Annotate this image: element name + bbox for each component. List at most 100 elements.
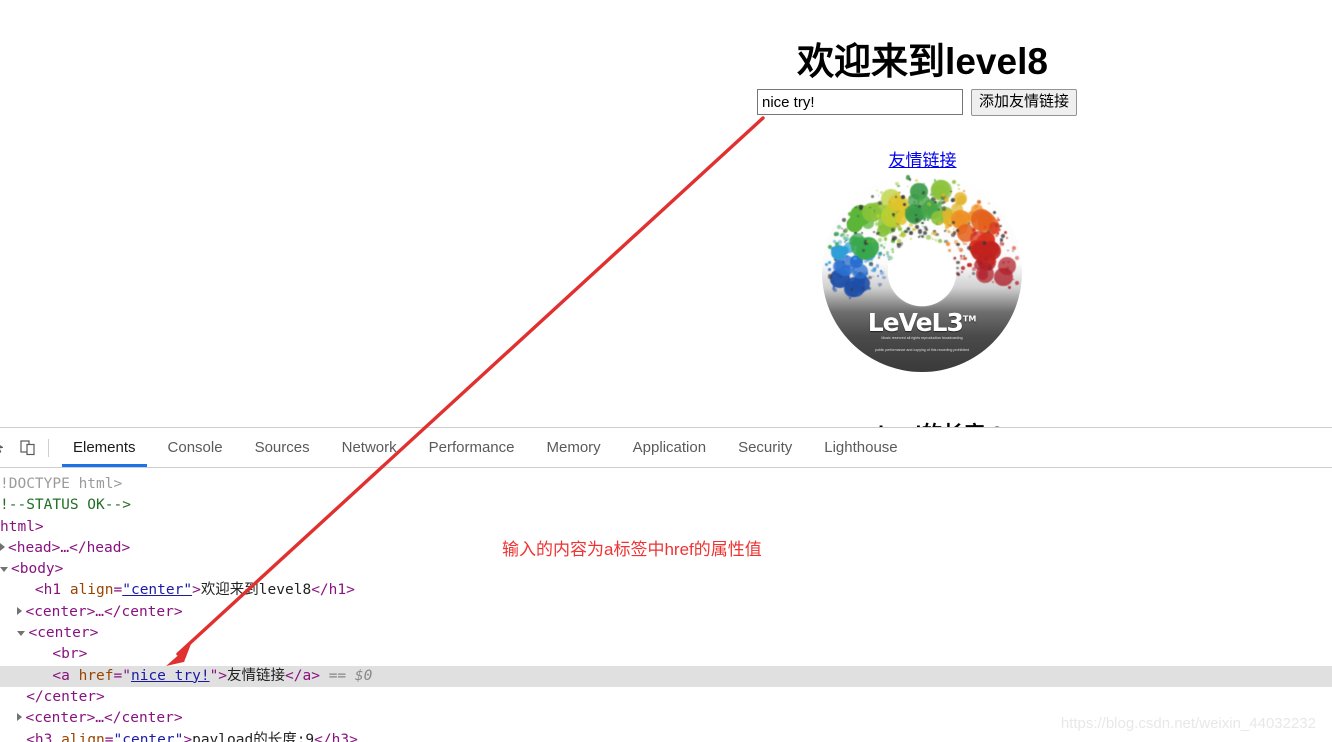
splatter-speck [884,243,886,245]
chevron-right-icon[interactable] [17,606,23,615]
splatter-speck [963,256,967,261]
tab-security[interactable]: Security [722,428,808,467]
add-link-button[interactable]: 添加友情链接 [971,89,1078,116]
splatter-speck [953,187,955,189]
splatter-speck [855,206,858,209]
tab-sources[interactable]: Sources [239,428,326,467]
inspect-element-glyph [0,444,3,453]
splatter-speck [997,228,1001,232]
splatter-speck [860,262,863,266]
splatter-speck [878,200,883,205]
tab-console[interactable]: Console [152,428,239,467]
splatter-speck [898,216,902,219]
watermark: https://blog.csdn.net/weixin_44032232 [1060,715,1316,732]
tab-network[interactable]: Network [326,428,413,467]
splatter-blob [977,268,989,280]
splatter-speck [874,221,879,226]
splatter-speck [1003,230,1007,234]
dom-tree[interactable]: !DOCTYPE html> !--STATUS OK--> html> <he… [0,468,1332,742]
br-tag-text: <br> [52,646,88,663]
device-toolbar-glyph [20,439,35,455]
splatter-speck [952,220,956,224]
head-tag-text: <head>…</head> [8,539,131,556]
splatter-speck [877,256,881,259]
splatter-speck [863,276,865,278]
splatter-speck [867,275,872,280]
payload-length-heading: payload的长度:9 [0,418,1332,427]
friend-link[interactable]: 友情链接 [0,146,1332,171]
splatter-speck [937,221,941,226]
splatter-blob [831,244,847,260]
splatter-speck [947,211,951,215]
tab-performance[interactable]: Performance [413,428,531,467]
splatter-speck [941,193,945,197]
splatter-speck [933,238,935,240]
splatter-speck [913,189,918,194]
splatter-speck [942,206,947,211]
code-line-body[interactable]: <body> [0,559,1332,580]
code-line-anchor-selected[interactable]: <a href="nice try!">友情链接</a> == $0 [0,665,1332,687]
splatter-speck [1012,279,1014,281]
center-2-close-text: </center> [26,688,105,705]
splatter-speck [953,228,955,231]
splatter-speck [897,184,901,188]
code-line-center-2-close[interactable]: </center> [0,687,1332,708]
disc-center-hole [896,246,948,298]
tab-lighthouse[interactable]: Lighthouse [808,428,913,467]
splatter-speck [879,232,882,236]
splatter-blob [977,210,992,225]
splatter-speck [872,267,877,272]
splatter-speck [1011,249,1014,253]
splatter-speck [986,219,990,223]
h3-attr-eq: = [104,731,114,742]
tab-memory[interactable]: Memory [531,428,617,467]
page-title: 欢迎来到level8 [797,40,1048,82]
splatter-speck [896,238,901,243]
splatter-speck [876,264,880,268]
splatter-speck [947,230,950,233]
inspect-element-icon[interactable] [0,434,14,462]
splatter-speck [876,275,879,278]
splatter-speck [825,263,829,267]
splatter-speck [842,280,847,285]
code-line-br[interactable]: <br> [0,644,1332,665]
splatter-speck [973,232,977,236]
splatter-speck [926,201,931,206]
splatter-speck [984,225,987,228]
splatter-speck [948,223,953,228]
h3-tag-open: <h3 [26,731,62,742]
h3-attr-value: "center" [113,731,184,742]
h1-attr-eq: = [113,582,123,599]
devtools-panel: Elements Console Sources Network Perform… [0,427,1332,742]
code-line-h1[interactable]: <h1 align="center">欢迎来到level8</h1> [0,580,1332,601]
chevron-down-icon[interactable] [0,567,8,573]
code-line-center-2-open[interactable]: <center> [0,623,1332,644]
splatter-speck [934,200,937,203]
chevron-right-icon[interactable] [0,542,5,551]
splatter-speck [882,253,885,256]
code-line-center-1[interactable]: <center>…</center> [0,602,1332,623]
splatter-speck [1005,237,1008,239]
splatter-speck [871,239,875,243]
splatter-speck [922,193,926,197]
chevron-right-icon[interactable] [17,713,23,722]
splatter-speck [964,242,967,245]
link-input[interactable] [757,89,963,115]
code-line-comment[interactable]: !--STATUS OK--> [0,495,1332,516]
splatter-speck [871,194,875,198]
splatter-speck [956,242,960,247]
device-toolbar-icon[interactable] [14,434,42,462]
splatter-speck [1000,233,1005,238]
a-href-value[interactable]: nice try! [131,668,210,684]
splatter-speck [958,231,962,235]
splatter-speck [834,231,839,237]
add-link-form: 添加友情链接 [757,89,1078,116]
tab-application[interactable]: Application [617,428,722,467]
splatter-speck [891,235,894,238]
tab-elements[interactable]: Elements [57,428,152,467]
h3-tag-close: </h3> [314,731,358,742]
code-line-doctype[interactable]: !DOCTYPE html> [0,474,1332,495]
chevron-down-icon[interactable] [17,631,26,637]
splatter-speck [915,179,919,183]
splatter-speck [908,177,912,181]
